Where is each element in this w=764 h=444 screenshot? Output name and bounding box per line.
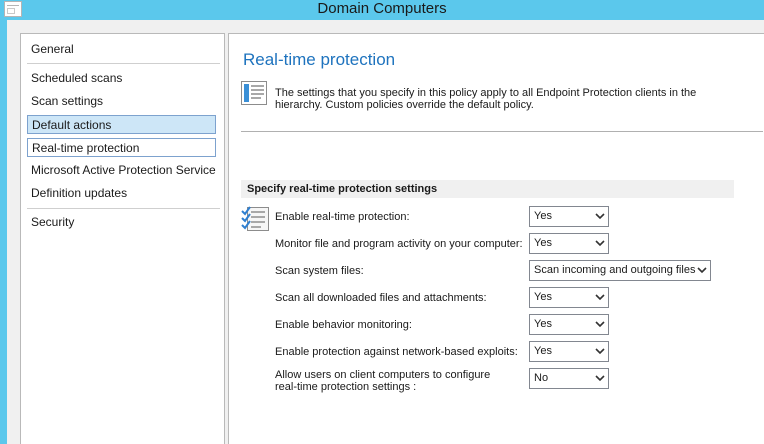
settings-panel: Real-time protection The settings that y… — [228, 33, 764, 444]
setting-label: Enable real-time protection: — [275, 211, 410, 223]
dialog-body: General Scheduled scans Scan settings De… — [7, 20, 764, 444]
setting-label: Scan all downloaded files and attachment… — [275, 292, 487, 304]
nav-item-scheduled-scans[interactable]: Scheduled scans — [27, 69, 216, 88]
nav-item-real-time-protection[interactable]: Real-time protection — [27, 138, 216, 157]
page-title: Real-time protection — [243, 50, 396, 69]
setting-label: Allow users on client computers to confi… — [275, 369, 491, 393]
setting-label: Enable behavior monitoring: — [275, 319, 412, 331]
setting-label: Monitor file and program activity on you… — [275, 238, 523, 250]
nav-separator — [27, 208, 220, 209]
network-exploit-protection-select[interactable]: Yes — [529, 341, 609, 362]
section-header: Specify real-time protection settings — [241, 180, 734, 198]
scan-downloads-select[interactable]: Yes — [529, 287, 609, 308]
monitor-file-activity-select[interactable]: Yes — [529, 233, 609, 254]
divider — [241, 131, 763, 132]
chevron-down-icon — [595, 240, 605, 247]
nav-item-default-actions[interactable]: Default actions — [27, 115, 216, 134]
chevron-down-icon — [595, 213, 605, 220]
nav-separator — [27, 63, 220, 64]
nav-item-scan-settings[interactable]: Scan settings — [27, 92, 216, 111]
setting-label: Scan system files: — [275, 265, 364, 277]
policy-document-icon — [241, 81, 267, 105]
nav-item-maps[interactable]: Microsoft Active Protection Service — [27, 161, 216, 180]
chevron-down-icon — [697, 267, 707, 274]
allow-user-configure-select[interactable]: No — [529, 368, 609, 389]
behavior-monitoring-select[interactable]: Yes — [529, 314, 609, 335]
chevron-down-icon — [595, 348, 605, 355]
scan-system-files-select[interactable]: Scan incoming and outgoing files — [529, 260, 711, 281]
nav-item-security[interactable]: Security — [27, 213, 216, 232]
window-title: Domain Computers — [317, 0, 447, 17]
nav-item-definition-updates[interactable]: Definition updates — [27, 184, 216, 203]
chevron-down-icon — [595, 294, 605, 301]
checklist-icon — [241, 206, 269, 231]
chevron-down-icon — [595, 321, 605, 328]
enable-real-time-protection-select[interactable]: Yes — [529, 206, 609, 227]
setting-label: Enable protection against network-based … — [275, 346, 518, 358]
title-bar: Domain Computers — [0, 0, 764, 20]
chevron-down-icon — [595, 375, 605, 382]
nav-item-general[interactable]: General — [27, 40, 216, 59]
settings-nav: General Scheduled scans Scan settings De… — [20, 33, 225, 444]
policy-description: The settings that you specify in this po… — [275, 87, 697, 111]
